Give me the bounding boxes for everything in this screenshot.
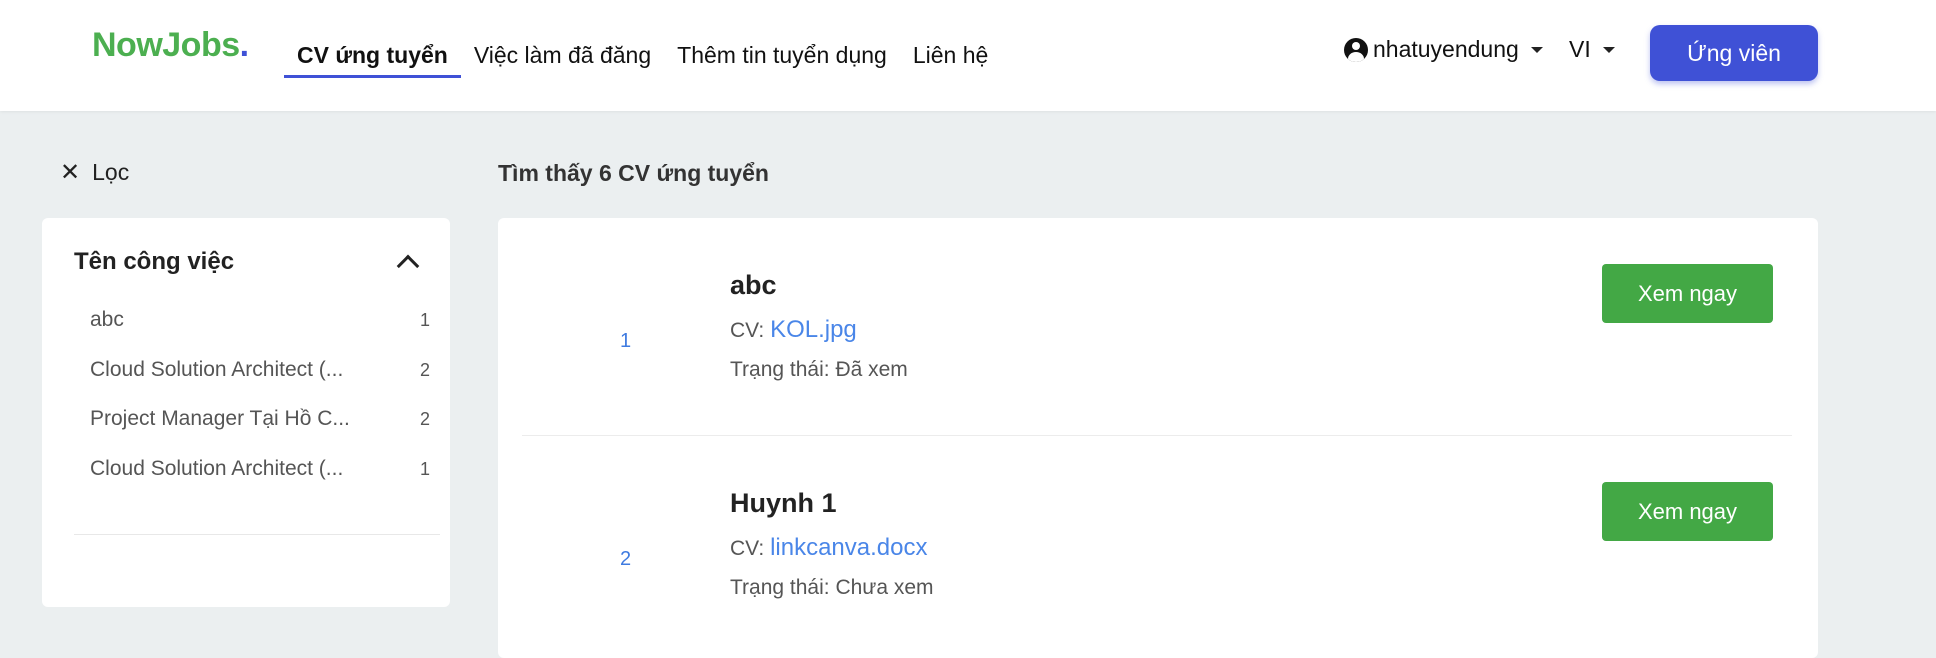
view-now-button[interactable]: Xem ngay <box>1602 482 1773 541</box>
cv-list-item: 2 Huynh 1 CV: linkcanva.docx Trạng thái:… <box>522 436 1792 654</box>
filter-section-title: Tên công việc <box>74 248 235 275</box>
result-count: Tìm thấy 6 CV ứng tuyển <box>498 160 769 186</box>
cv-status: Trạng thái: Đã xem <box>730 358 908 381</box>
cv-file-link[interactable]: KOL.jpg <box>770 316 857 343</box>
cv-index: 2 <box>620 548 632 570</box>
language-label: VI <box>1569 36 1591 62</box>
cv-file-prefix: CV: <box>730 537 771 560</box>
nav-cv-applications[interactable]: CV ứng tuyển <box>284 0 461 111</box>
candidate-name: Huynh 1 <box>730 488 837 518</box>
filter-item-count: 2 <box>419 359 430 380</box>
language-menu[interactable]: VI <box>1569 36 1615 63</box>
filter-panel: Tên công việc abc 1 Cloud Solution Archi… <box>42 218 450 607</box>
filter-toggle[interactable]: ✕ Lọc <box>60 158 129 187</box>
filter-item[interactable]: abc 1 <box>90 308 430 358</box>
filter-item-count: 2 <box>419 409 430 429</box>
results-panel: 1 abc CV: KOL.jpg Trạng thái: Đã xem Xem… <box>498 218 1818 658</box>
logo[interactable]: NowJobs. <box>92 26 249 65</box>
nav-posted-jobs[interactable]: Việc làm đã đăng <box>461 0 664 111</box>
nav-contact[interactable]: Liên hệ <box>900 0 1001 111</box>
filter-item[interactable]: Cloud Solution Architect (... 1 <box>90 457 430 507</box>
filter-item[interactable]: Cloud Solution Architect (... 2 <box>90 358 430 408</box>
username: nhatuyendung <box>1373 36 1519 62</box>
cv-list-item: 1 abc CV: KOL.jpg Trạng thái: Đã xem Xem… <box>522 218 1792 436</box>
divider <box>74 534 440 535</box>
cv-status: Trạng thái: Chưa xem <box>730 576 934 599</box>
cv-file-line: CV: linkcanva.docx <box>730 534 927 562</box>
cv-file-line: CV: KOL.jpg <box>730 316 857 344</box>
cv-file-link[interactable]: linkcanva.docx <box>770 534 927 561</box>
filter-item-count: 1 <box>419 310 430 330</box>
cv-file-prefix: CV: <box>730 319 771 342</box>
filter-item-label: Project Manager Tại Hồ C... <box>90 407 350 430</box>
filter-item[interactable]: Project Manager Tại Hồ C... 2 <box>90 407 430 457</box>
filter-label: Lọc <box>92 159 130 185</box>
filter-item-label: abc <box>90 308 124 331</box>
logo-dot: . <box>239 26 249 64</box>
filter-item-label: Cloud Solution Architect (... <box>90 456 344 480</box>
caret-down-icon <box>1530 46 1543 53</box>
cv-index: 1 <box>620 330 632 352</box>
caret-down-icon <box>1602 46 1615 53</box>
top-header: NowJobs. CV ứng tuyển Việc làm đã đăng T… <box>0 0 1936 111</box>
chevron-up-icon[interactable] <box>396 254 420 278</box>
view-now-button[interactable]: Xem ngay <box>1602 264 1773 323</box>
nav-add-job-post[interactable]: Thêm tin tuyển dụng <box>664 0 900 111</box>
filter-item-count: 1 <box>419 458 430 479</box>
filter-item-label: Cloud Solution Architect (... <box>90 357 344 381</box>
candidate-name: abc <box>730 270 777 300</box>
main-nav: CV ứng tuyển Việc làm đã đăng Thêm tin t… <box>284 0 1001 111</box>
logo-text-now: NowJobs <box>92 26 240 64</box>
close-icon: ✕ <box>60 159 81 186</box>
job-filter-list: abc 1 Cloud Solution Architect (... 2 Pr… <box>90 308 430 506</box>
candidate-button[interactable]: Ứng viên <box>1650 25 1818 81</box>
user-circle-icon <box>1344 37 1368 62</box>
filter-section-header[interactable]: Tên công việc <box>74 248 420 278</box>
user-menu[interactable]: nhatuyendung <box>1344 36 1543 63</box>
